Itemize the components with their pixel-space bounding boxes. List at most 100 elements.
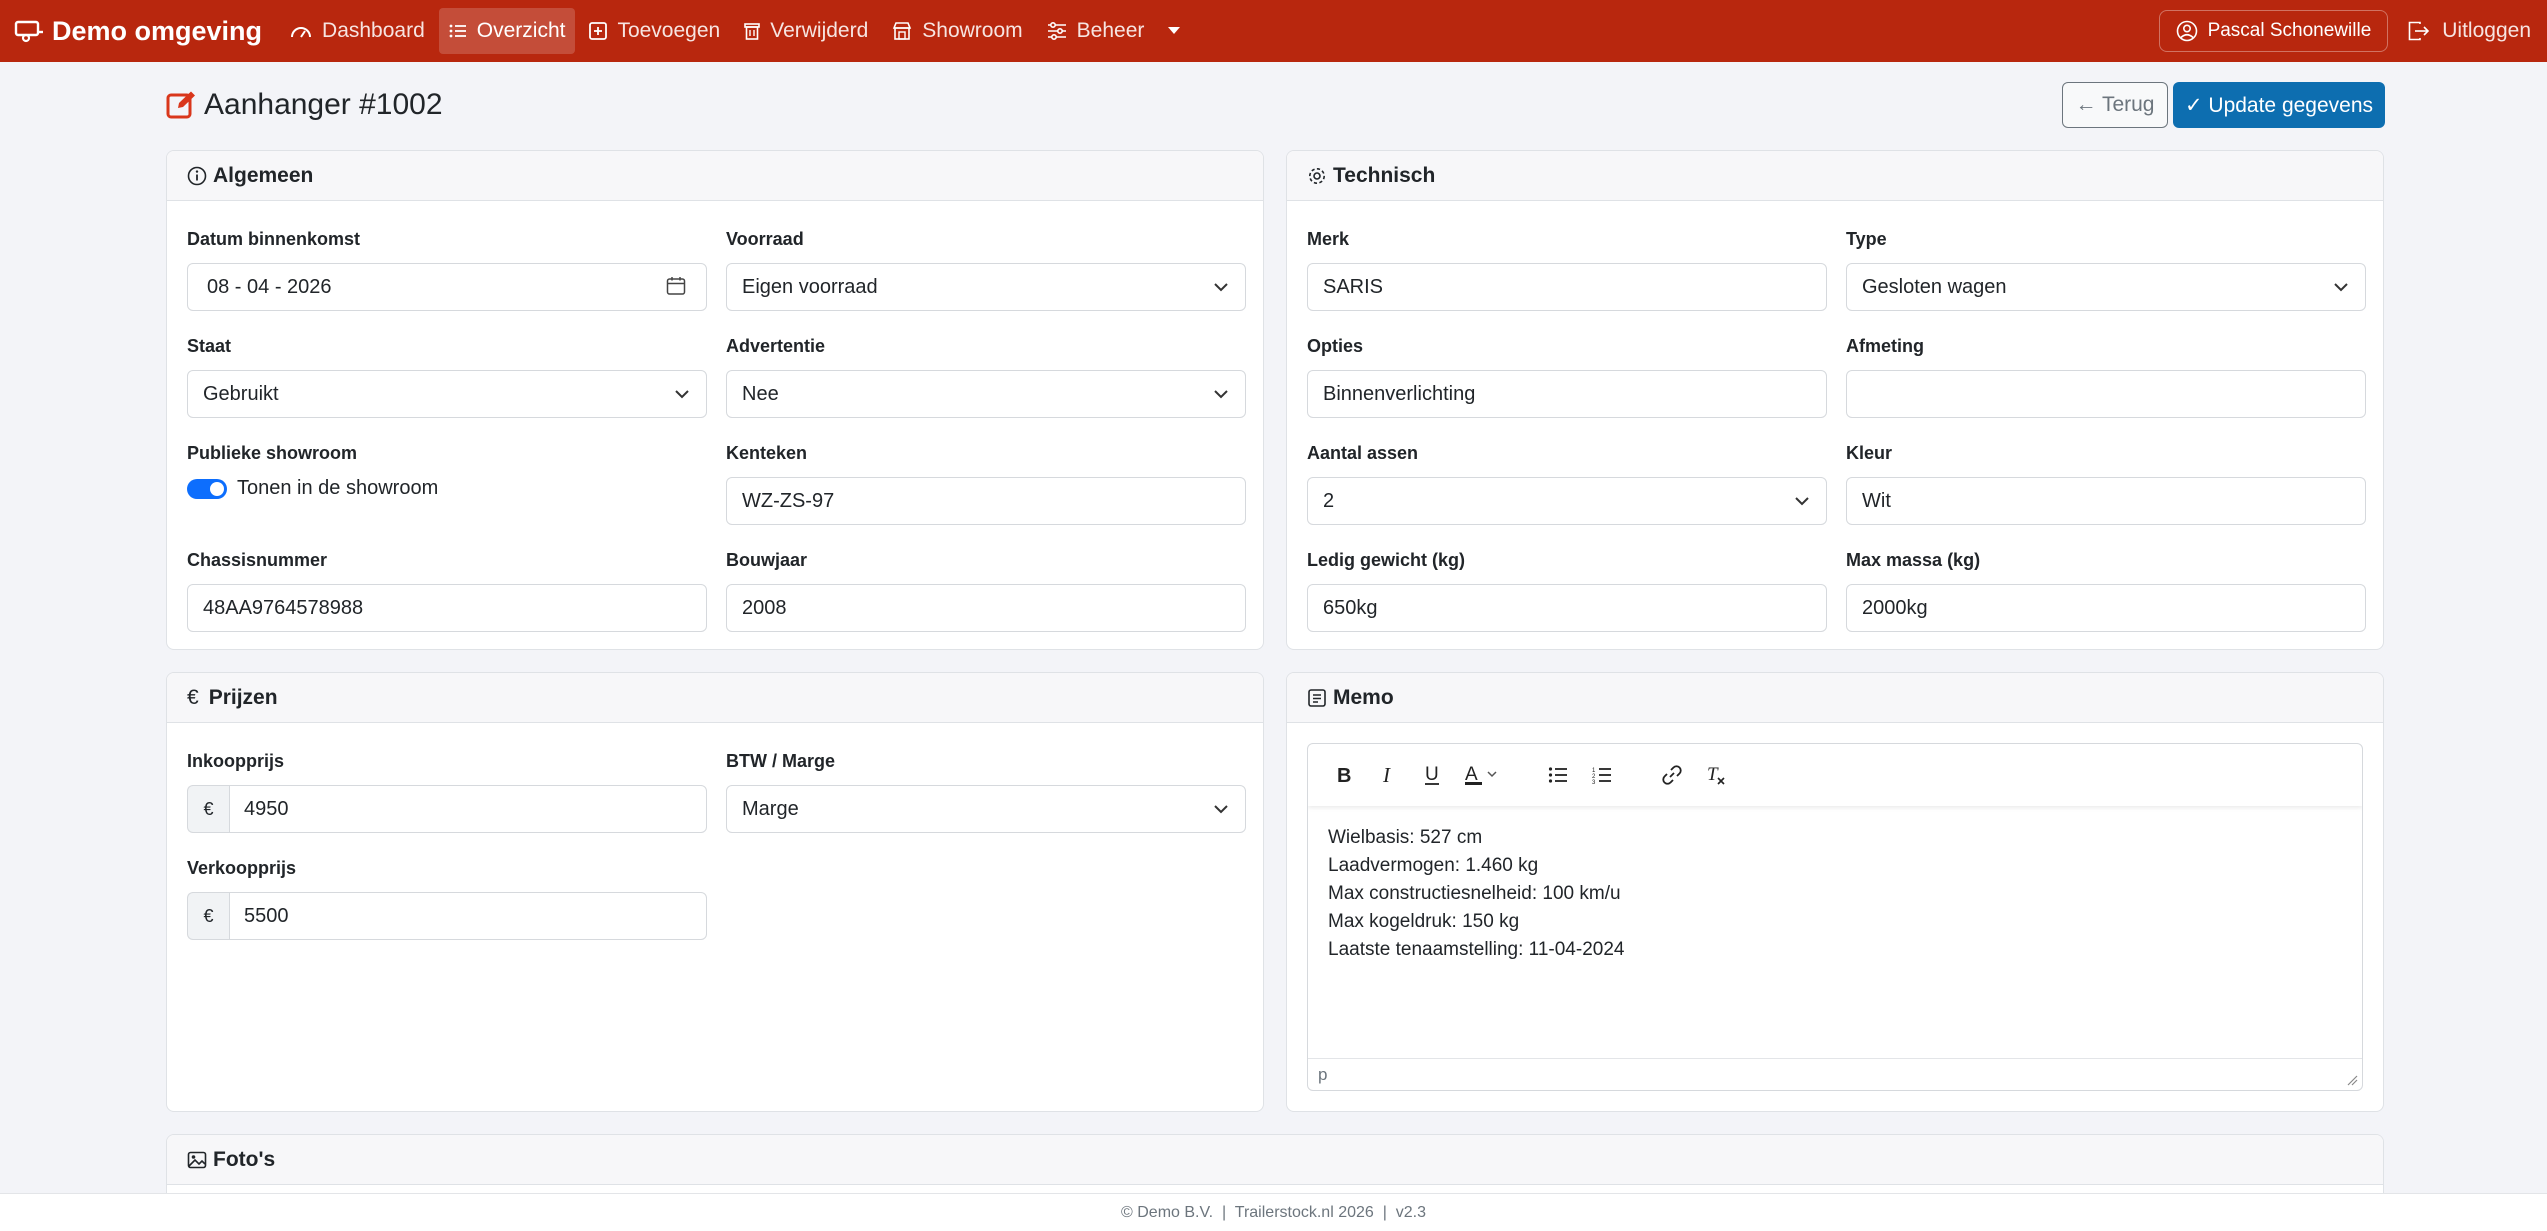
- italic-icon: I: [1382, 765, 1391, 785]
- editor-statusbar: p: [1308, 1058, 2362, 1090]
- kleur-value: Wit: [1862, 489, 1891, 512]
- inkoop-input-group: € 4950: [187, 785, 707, 833]
- ledig-field: Ledig gewicht (kg) 650kg: [1307, 550, 1827, 632]
- svg-text:3: 3: [1592, 780, 1596, 784]
- user-name: Pascal Schonewille: [2207, 20, 2372, 41]
- inkoop-input[interactable]: 4950: [229, 785, 707, 833]
- merk-input[interactable]: SARIS: [1307, 263, 1827, 311]
- nav-showroom[interactable]: Showroom: [882, 8, 1032, 54]
- nav-dashboard-label: Dashboard: [322, 19, 425, 42]
- fotos-title: Foto's: [213, 1147, 276, 1171]
- underline-icon: U: [1425, 764, 1439, 785]
- chassis-label: Chassisnummer: [187, 550, 328, 570]
- showroom-field: Publieke showroom Tonen in de showroom: [187, 443, 438, 500]
- clear-format-button[interactable]: T: [1694, 757, 1738, 793]
- nav-dashboard[interactable]: Dashboard: [280, 8, 435, 54]
- svg-text:I: I: [1382, 765, 1391, 785]
- underline-button[interactable]: U: [1410, 757, 1454, 793]
- datum-input[interactable]: 08 - 04 - 2026: [187, 263, 707, 311]
- top-navbar: Demo omgeving Dashboard Overzicht Toevoe…: [0, 0, 2547, 62]
- edit-icon: [166, 91, 195, 119]
- numbered-list-icon: 123: [1592, 768, 1611, 784]
- editor-toolbar: B I U A 123 T: [1308, 744, 2362, 806]
- back-button[interactable]: ← Terug: [2062, 82, 2168, 128]
- clear-format-icon: T: [1707, 764, 1725, 785]
- advertentie-select[interactable]: Nee: [726, 370, 1246, 418]
- nav-beheer[interactable]: Beheer: [1037, 8, 1155, 54]
- nav-toevoegen[interactable]: Toevoegen: [579, 8, 730, 54]
- ledig-input[interactable]: 650kg: [1307, 584, 1827, 632]
- type-label: Type: [1846, 229, 1887, 249]
- italic-button[interactable]: I: [1366, 757, 1410, 793]
- bouwjaar-input[interactable]: 2008: [726, 584, 1246, 632]
- algemeen-card: Algemeen Datum binnenkomst 08 - 04 - 202…: [166, 150, 1264, 650]
- kenteken-field: Kenteken WZ-ZS-97: [726, 443, 1246, 525]
- chevron-down-icon: [1214, 390, 1228, 399]
- update-button[interactable]: ✓ Update gegevens: [2173, 82, 2385, 128]
- bouwjaar-label: Bouwjaar: [726, 550, 808, 570]
- showroom-switch-row: Tonen in de showroom: [187, 477, 438, 500]
- merk-value: SARIS: [1323, 275, 1384, 298]
- showroom-toggle[interactable]: [187, 478, 227, 499]
- kleur-field: Kleur Wit: [1846, 443, 2366, 525]
- kleur-input[interactable]: Wit: [1846, 477, 2366, 525]
- memo-line: Wielbasis: 527 cm: [1328, 827, 1483, 848]
- type-select[interactable]: Gesloten wagen: [1846, 263, 2366, 311]
- svg-text:U: U: [1425, 764, 1439, 785]
- chevron-down-icon: [1214, 805, 1228, 814]
- opties-input[interactable]: Binnenverlichting: [1307, 370, 1827, 418]
- advertentie-field: Advertentie Nee: [726, 336, 1246, 418]
- numbered-list-button[interactable]: 123: [1580, 757, 1624, 793]
- chassis-input[interactable]: 48AA9764578988: [187, 584, 707, 632]
- svg-text:B: B: [1337, 765, 1351, 785]
- memo-title: Memo: [1333, 685, 1394, 709]
- voorraad-label: Voorraad: [726, 229, 804, 249]
- merk-field: Merk SARIS: [1307, 229, 1827, 311]
- beheer-dropdown-toggle[interactable]: [1160, 8, 1188, 54]
- memo-content[interactable]: Wielbasis: 527 cm Laadvermogen: 1.460 kg…: [1308, 806, 2362, 982]
- memo-card: Memo B I U A 123 T Wielbasis: 527 cm Laa…: [1286, 672, 2384, 1112]
- staat-value: Gebruikt: [203, 382, 279, 405]
- voorraad-value: Eigen voorraad: [742, 275, 878, 298]
- staat-select[interactable]: Gebruikt: [187, 370, 707, 418]
- chassis-value: 48AA9764578988: [203, 596, 364, 619]
- bold-button[interactable]: B: [1322, 757, 1366, 793]
- max-massa-value: 2000kg: [1862, 596, 1928, 619]
- max-massa-input[interactable]: 2000kg: [1846, 584, 2366, 632]
- memo-line: Max constructiesnelheid: 100 km/u: [1328, 883, 1621, 904]
- svg-text:A: A: [1465, 764, 1478, 785]
- max-massa-field: Max massa (kg) 2000kg: [1846, 550, 2366, 632]
- bullet-list-icon: [1548, 767, 1567, 783]
- brand-link[interactable]: Demo omgeving: [14, 16, 262, 47]
- page-footer: © Demo B.V. | Trailerstock.nl 2026 | v2.…: [0, 1193, 2547, 1231]
- advertentie-value: Nee: [742, 382, 779, 405]
- user-menu-button[interactable]: Pascal Schonewille: [2158, 10, 2389, 52]
- bullet-list-button[interactable]: [1536, 757, 1580, 793]
- showroom-label: Publieke showroom: [187, 443, 358, 463]
- inkoop-value: 4950: [244, 797, 289, 820]
- verkoop-value: 5500: [244, 904, 289, 927]
- assen-select[interactable]: 2: [1307, 477, 1827, 525]
- nav-overzicht[interactable]: Overzicht: [438, 8, 576, 54]
- advertentie-label: Advertentie: [726, 336, 826, 356]
- calendar-icon[interactable]: [666, 276, 686, 296]
- voorraad-select[interactable]: Eigen voorraad: [726, 263, 1246, 311]
- link-button[interactable]: [1650, 757, 1694, 793]
- prijzen-header: € Prijzen: [167, 673, 1263, 723]
- nav-beheer-label: Beheer: [1076, 19, 1145, 42]
- afmeting-input[interactable]: [1846, 370, 2366, 418]
- nav-overzicht-label: Overzicht: [476, 19, 566, 42]
- algemeen-title: Algemeen: [213, 163, 314, 187]
- plus-square-icon: [589, 22, 608, 40]
- ledig-value: 650kg: [1323, 596, 1378, 619]
- text-color-button[interactable]: A: [1454, 757, 1510, 793]
- btw-label: BTW / Marge: [726, 751, 836, 771]
- kenteken-input[interactable]: WZ-ZS-97: [726, 477, 1246, 525]
- logout-link[interactable]: Uitloggen: [2408, 19, 2531, 43]
- btw-select[interactable]: Marge: [726, 785, 1246, 833]
- resize-handle-icon[interactable]: [2346, 1074, 2358, 1086]
- bold-icon: B: [1337, 765, 1351, 785]
- type-value: Gesloten wagen: [1862, 275, 2007, 298]
- verkoop-input[interactable]: 5500: [229, 892, 707, 940]
- nav-verwijderd[interactable]: Verwijderd: [734, 8, 878, 54]
